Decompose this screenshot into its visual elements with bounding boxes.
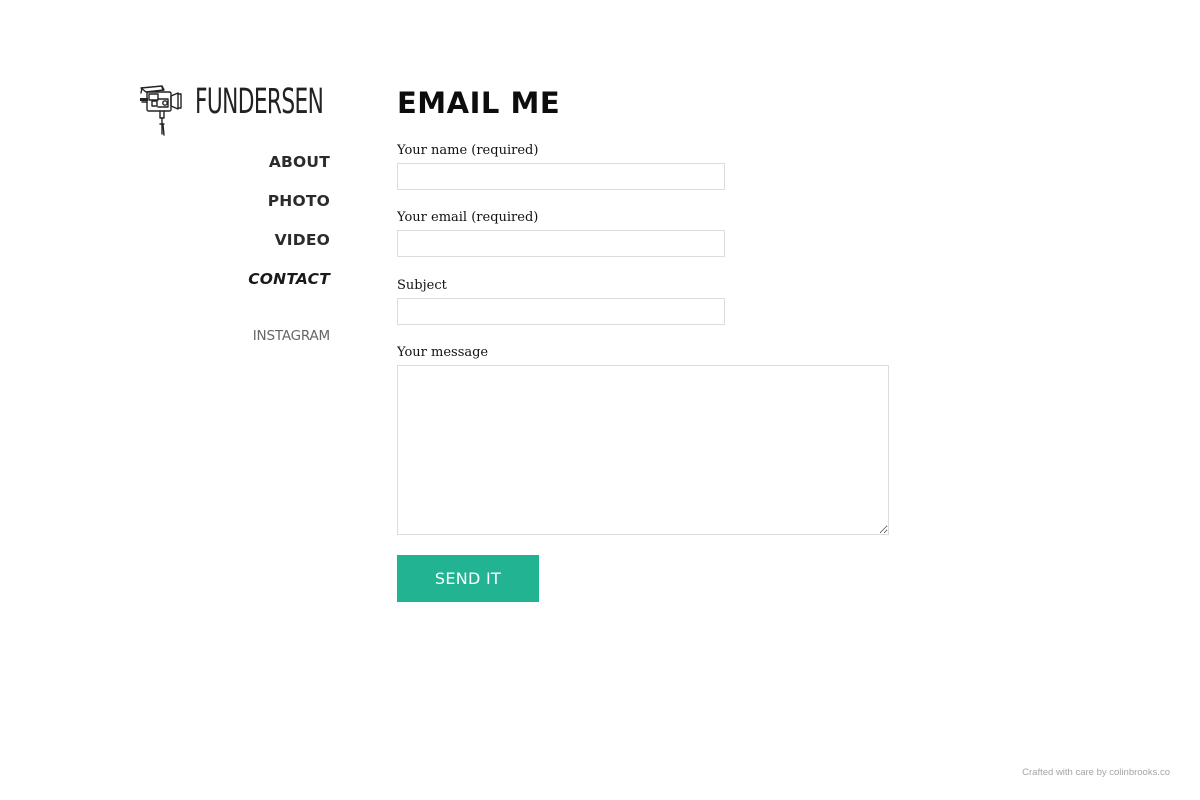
nav-link-contact[interactable]: CONTACT: [248, 270, 330, 288]
nav-item-video: VIDEO: [248, 229, 330, 268]
sidebar: FUNDERSEN ABOUT PHOTO VIDEO CONTACT INST…: [138, 80, 330, 344]
subject-field-group: Subject: [397, 278, 725, 325]
main-nav: ABOUT PHOTO VIDEO CONTACT: [248, 151, 330, 307]
nav-item-about: ABOUT: [248, 151, 330, 190]
name-input[interactable]: [397, 163, 725, 190]
message-textarea[interactable]: [397, 365, 889, 535]
name-field-group: Your name (required): [397, 143, 725, 190]
nav-item-photo: PHOTO: [248, 190, 330, 229]
nav-item-contact: CONTACT: [248, 268, 330, 307]
footer-credit-link[interactable]: Crafted with care by colinbrooks.co: [1022, 767, 1170, 778]
subject-label: Subject: [397, 278, 447, 293]
site-logo[interactable]: FUNDERSEN: [138, 80, 330, 140]
email-field-group: Your email (required): [397, 210, 725, 257]
message-label: Your message: [397, 345, 489, 360]
message-field-group: Your message: [397, 345, 889, 539]
instagram-link[interactable]: INSTAGRAM: [253, 328, 330, 344]
vintage-film-camera-icon: [140, 85, 182, 136]
brand-name: FUNDERSEN: [195, 82, 324, 122]
nav-link-about[interactable]: ABOUT: [269, 153, 330, 171]
send-button[interactable]: SEND IT: [397, 555, 539, 602]
nav-link-photo[interactable]: PHOTO: [268, 192, 330, 210]
email-label: Your email (required): [397, 210, 539, 225]
page-title: EMAIL ME: [397, 86, 561, 120]
nav-link-video[interactable]: VIDEO: [275, 231, 330, 249]
name-label: Your name (required): [397, 143, 539, 158]
email-input[interactable]: [397, 230, 725, 257]
contact-section: EMAIL ME Your name (required) Your email…: [397, 84, 917, 602]
subject-input[interactable]: [397, 298, 725, 325]
